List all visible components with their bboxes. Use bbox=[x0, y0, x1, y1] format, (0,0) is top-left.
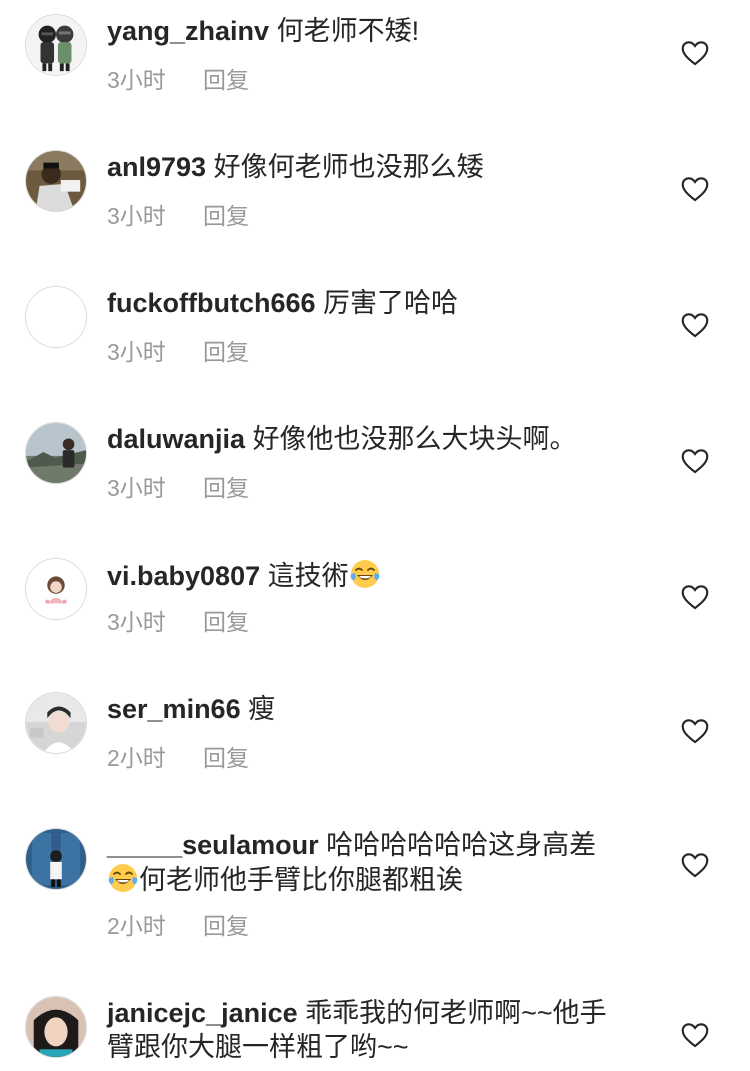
heart-icon[interactable] bbox=[681, 584, 709, 610]
empty-avatar bbox=[26, 287, 86, 347]
comment-body: daluwanjia 好像他也没那么大块头啊。 bbox=[107, 422, 630, 456]
comment-text: 好像他也没那么大块头啊。 bbox=[252, 424, 577, 454]
comment-body: _____seulamour 哈哈哈哈哈哈这身高差 何老师他手臂比你腿都粗诶 bbox=[107, 828, 630, 897]
comment-meta: 3小时 回复 bbox=[107, 66, 249, 94]
timestamp: 2小时 bbox=[107, 913, 166, 939]
comment-meta: 2小时 回复 bbox=[107, 744, 249, 772]
reply-button[interactable]: 回复 bbox=[203, 608, 249, 636]
girl-illustration-avatar bbox=[26, 559, 86, 619]
comment-text: 瘦 bbox=[248, 694, 276, 724]
comment-text: 厉害了哈哈 bbox=[323, 288, 459, 318]
heart-icon[interactable] bbox=[681, 1022, 709, 1048]
timestamp: 3小时 bbox=[107, 609, 166, 635]
photo-avatar bbox=[26, 151, 86, 211]
comment-meta: 2小时 回复 bbox=[107, 912, 249, 940]
comment-text: 好像何老师也没那么矮 bbox=[213, 152, 484, 182]
avatar[interactable] bbox=[25, 422, 87, 484]
heart-icon[interactable] bbox=[681, 852, 709, 878]
username[interactable]: fuckoffbutch666 bbox=[107, 288, 316, 318]
comment-meta: 3小时 回复 bbox=[107, 338, 249, 366]
username[interactable]: anl9793 bbox=[107, 152, 206, 182]
heart-icon[interactable] bbox=[681, 312, 709, 338]
comment-body: fuckoffbutch666 厉害了哈哈 bbox=[107, 286, 630, 320]
avatar[interactable] bbox=[25, 558, 87, 620]
comment-text: 哈哈哈哈哈哈这身高差 bbox=[326, 830, 597, 860]
username[interactable]: vi.baby0807 bbox=[107, 561, 260, 591]
username[interactable]: yang_zhainv bbox=[107, 16, 269, 46]
reply-button[interactable]: 回复 bbox=[203, 744, 249, 772]
cartoon-couple-avatar bbox=[26, 15, 86, 75]
username[interactable]: _____seulamour bbox=[107, 830, 319, 860]
heart-icon[interactable] bbox=[681, 40, 709, 66]
reply-button[interactable]: 回复 bbox=[203, 474, 249, 502]
timestamp: 3小时 bbox=[107, 339, 166, 365]
reply-button[interactable]: 回复 bbox=[203, 338, 249, 366]
timestamp: 2小时 bbox=[107, 745, 166, 771]
timestamp: 3小时 bbox=[107, 67, 166, 93]
heart-icon[interactable] bbox=[681, 718, 709, 744]
tears-of-joy-emoji bbox=[350, 560, 379, 588]
portrait-photo-avatar bbox=[26, 693, 86, 753]
comment-body: vi.baby0807 這技術 bbox=[107, 558, 630, 593]
comment-text: 這技術 bbox=[267, 561, 349, 591]
avatar[interactable] bbox=[25, 150, 87, 212]
comment-text-line2: 何老师他手臂比你腿都粗诶 bbox=[139, 865, 463, 895]
heart-icon[interactable] bbox=[681, 176, 709, 202]
avatar[interactable] bbox=[25, 692, 87, 754]
comment-meta: 3小时 回复 bbox=[107, 474, 249, 502]
comment-body: janicejc_janice 乖乖我的何老师啊~~他手臂跟你大腿一样粗了哟~~ bbox=[107, 996, 630, 1064]
timestamp: 3小时 bbox=[107, 475, 166, 501]
selfie-photo-avatar bbox=[26, 997, 86, 1057]
comment-body: yang_zhainv 何老师不矮! bbox=[107, 14, 630, 48]
username[interactable]: ser_min66 bbox=[107, 694, 241, 724]
username[interactable]: janicejc_janice bbox=[107, 998, 298, 1028]
comment-list: yang_zhainv 何老师不矮! 3小时 回复 anl9793 好像何老师也… bbox=[0, 0, 750, 1071]
blue-door-photo-avatar bbox=[26, 829, 86, 889]
timestamp: 3小时 bbox=[107, 203, 166, 229]
heart-icon[interactable] bbox=[681, 448, 709, 474]
reply-button[interactable]: 回复 bbox=[203, 912, 249, 940]
comment-body: anl9793 好像何老师也没那么矮 bbox=[107, 150, 630, 184]
comment-text: 何老师不矮! bbox=[276, 16, 420, 46]
avatar[interactable] bbox=[25, 286, 87, 348]
reply-button[interactable]: 回复 bbox=[203, 66, 249, 94]
username[interactable]: daluwanjia bbox=[107, 424, 245, 454]
reply-button[interactable]: 回复 bbox=[203, 202, 249, 230]
avatar[interactable] bbox=[25, 996, 87, 1058]
outdoor-photo-avatar bbox=[26, 423, 86, 483]
avatar[interactable] bbox=[25, 14, 87, 76]
comment-body: ser_min66 瘦 bbox=[107, 692, 630, 726]
comment-meta: 3小时 回复 bbox=[107, 202, 249, 230]
avatar[interactable] bbox=[25, 828, 87, 890]
tears-of-joy-emoji bbox=[108, 864, 138, 892]
comment-meta: 3小时 回复 bbox=[107, 608, 249, 636]
